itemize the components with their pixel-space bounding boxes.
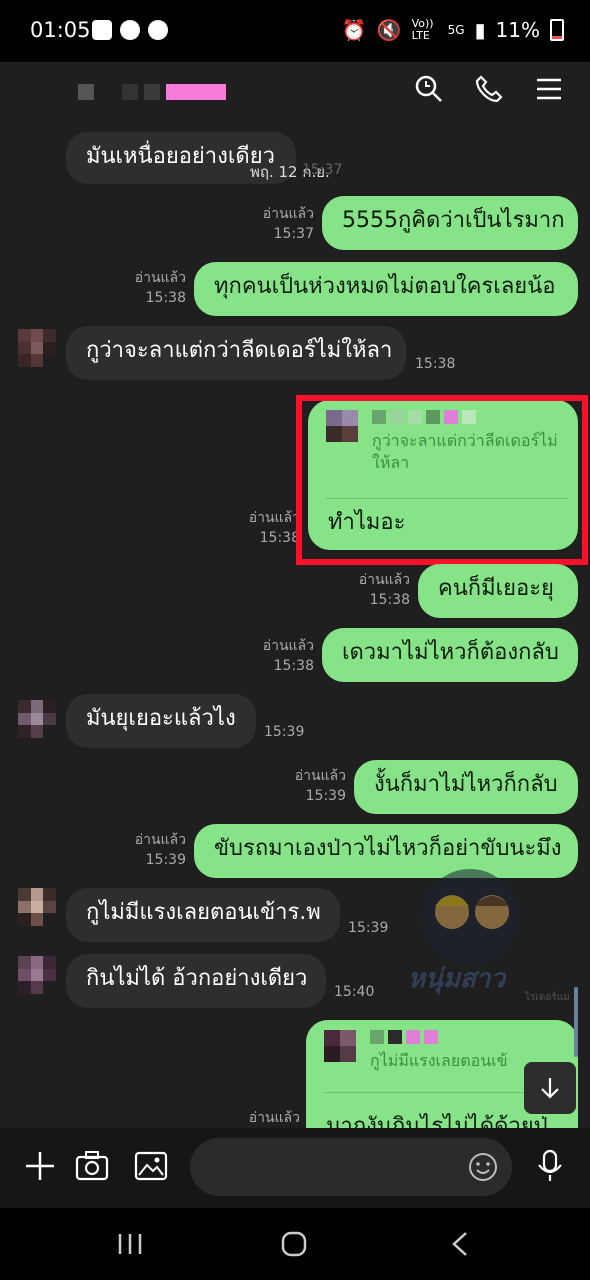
quote-avatar: [324, 1030, 356, 1062]
status-time: 01:05: [30, 18, 91, 42]
message-time: 15:38: [415, 356, 456, 372]
mute-icon: 🔇: [376, 18, 402, 42]
system-nav-bar: [0, 1208, 590, 1280]
svg-text:ไรเดอร์แมน: ไรเดอร์แมน: [524, 991, 570, 1002]
contact-name-pixelated: [78, 84, 226, 100]
message-input[interactable]: [190, 1138, 512, 1196]
message-time: 15:37: [273, 226, 314, 242]
message-bubble[interactable]: งั้นก็มาไม่ไหวก็กลับ: [354, 760, 578, 814]
messenger-notification-icon-2: [148, 20, 168, 40]
camera-icon[interactable]: [74, 1148, 110, 1184]
battery-percent: 11%: [495, 18, 540, 42]
message-text: มันยุเยอะแล้วไง: [86, 706, 236, 731]
chat-header: [0, 62, 590, 122]
message-time: 15:39: [305, 788, 346, 804]
avatar[interactable]: [18, 888, 56, 926]
chat-area[interactable]: มันเหนื่อยอย่างเดียว พฤ. 12 ก.ย. 15:37 อ…: [0, 62, 590, 1128]
message-meta: อ่านแล้ว 15:37: [240, 204, 314, 244]
message-time: 15:38: [259, 530, 300, 546]
message-text: มาถงันกินไรไม่ได้ด้วยป่: [326, 1114, 548, 1128]
message-text: ทุกคนเป็นห่วงหมดไม่ตอบใครเลยน้อ: [214, 274, 556, 299]
gallery-notification-icon: [92, 20, 112, 40]
signal-icon: ▮: [474, 18, 486, 42]
message-text: งั้นก็มาไม่ไหวก็กลับ: [374, 772, 558, 797]
message-bubble[interactable]: ทุกคนเป็นห่วงหมดไม่ตอบใครเลยน้อ: [194, 262, 578, 316]
status-bar: 01:05 ⏰ 🔇 Vo)) LTE 5G ▮ 11%: [0, 0, 590, 62]
message-text: ขับรถมาเองป่าวไม่ไหวก็อย่าขับนะมึง: [214, 836, 562, 861]
message-meta: อ่านแล้ว: [230, 1108, 300, 1128]
message-bubble[interactable]: เดวมาไม่ไหวก็ต้องกลับ: [322, 628, 578, 682]
message-meta: อ่านแล้ว 15:38: [240, 636, 314, 676]
volte-label: Vo)) LTE: [411, 17, 434, 42]
recent-apps-icon[interactable]: [110, 1230, 150, 1258]
avatar[interactable]: [18, 329, 56, 367]
message-bubble[interactable]: กูว่าจะลาแต่กว่าลีดเดอร์ไม่ให้ลา: [66, 326, 406, 380]
read-receipt: อ่านแล้ว: [262, 638, 314, 654]
arrow-down-icon: [541, 1078, 559, 1099]
network-type: 5G: [447, 23, 465, 37]
message-time: 15:39: [264, 724, 305, 740]
message-meta: อ่านแล้ว 15:38: [230, 508, 300, 548]
plus-icon[interactable]: [22, 1148, 58, 1184]
messenger-notification-icon: [120, 20, 140, 40]
microphone-icon[interactable]: [532, 1148, 568, 1184]
back-icon[interactable]: [440, 1230, 480, 1258]
message-text: กูว่าจะลาแต่กว่าลีดเดอร์ไม่ให้ลา: [86, 338, 393, 363]
watermark-logo: หนุ่มสาว ไรเดอร์แมน: [408, 869, 570, 1002]
svg-text:หนุ่มสาว: หนุ่มสาว: [408, 964, 508, 995]
message-text: คนก็มีเยอะยุ: [438, 576, 554, 601]
message-time: 15:39: [348, 920, 389, 936]
message-text: เดวมาไม่ไหวก็ต้องกลับ: [342, 640, 559, 665]
highlight-box: [296, 395, 588, 565]
message-meta: อ่านแล้ว 15:39: [272, 766, 346, 806]
message-text: 5555กูคิดว่าเป็นไรมาก: [342, 208, 565, 233]
scrollbar[interactable]: [574, 987, 578, 1057]
message-bubble[interactable]: มันยุเยอะแล้วไง: [66, 694, 256, 748]
message-time: 15:38: [273, 658, 314, 674]
message-bubble[interactable]: 5555กูคิดว่าเป็นไรมาก: [322, 196, 578, 250]
read-receipt: อ่านแล้ว: [134, 832, 186, 848]
search-icon[interactable]: [414, 74, 444, 104]
avatar[interactable]: [18, 700, 56, 738]
message-bubble[interactable]: กูไม่มีแรงเลยตอนเข้าร.พ: [66, 888, 340, 942]
message-time: 15:37: [302, 162, 343, 178]
alarm-icon: ⏰: [341, 18, 367, 42]
phone-icon[interactable]: [474, 74, 504, 104]
message-text: กูไม่มีแรงเลยตอนเข้าร.พ: [86, 900, 321, 925]
read-receipt: อ่านแล้ว: [294, 768, 346, 784]
message-time: 15:38: [145, 290, 186, 306]
read-receipt: อ่านแล้ว: [262, 206, 314, 222]
emoji-icon[interactable]: [468, 1152, 498, 1182]
home-icon[interactable]: [274, 1230, 314, 1258]
scroll-to-bottom-button[interactable]: [524, 1062, 576, 1114]
message-time: 15:39: [145, 852, 186, 868]
message-time: 15:40: [334, 984, 375, 1000]
message-meta: อ่านแล้ว 15:39: [110, 830, 186, 870]
menu-icon[interactable]: [534, 74, 564, 104]
message-bubble[interactable]: คนก็มีเยอะยุ: [418, 564, 578, 618]
gallery-icon[interactable]: [133, 1148, 169, 1184]
battery-icon: [550, 19, 564, 41]
message-meta: อ่านแล้ว 15:38: [110, 268, 186, 308]
message-meta: อ่านแล้ว 15:38: [336, 570, 410, 610]
avatar[interactable]: [18, 956, 56, 994]
message-time: 15:38: [369, 592, 410, 608]
read-receipt: อ่านแล้ว: [248, 510, 300, 526]
read-receipt: อ่านแล้ว: [134, 270, 186, 286]
read-receipt: อ่านแล้ว: [358, 572, 410, 588]
quote-sender-pixelated: [370, 1030, 438, 1044]
message-bubble[interactable]: กินไม่ได้ อ้วกอย่างเดียว: [66, 954, 326, 1008]
message-text: กินไม่ได้ อ้วกอย่างเดียว: [86, 966, 308, 991]
read-receipt: อ่านแล้ว: [248, 1110, 300, 1126]
input-bar: [0, 1128, 590, 1208]
message-text: มันเหนื่อยอย่างเดียว: [86, 144, 275, 169]
